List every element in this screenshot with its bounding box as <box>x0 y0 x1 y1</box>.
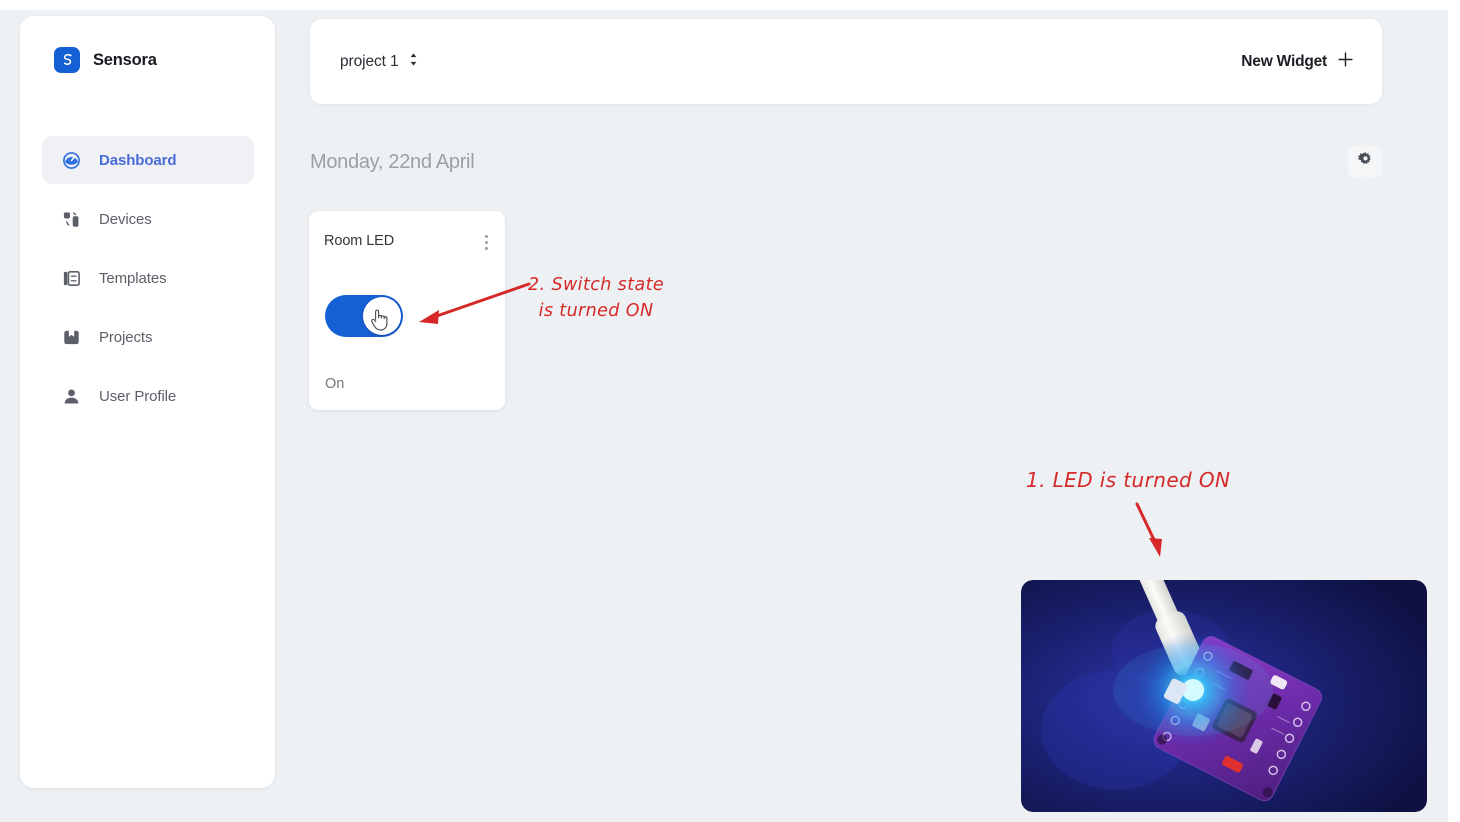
sidebar-item-projects[interactable]: Projects <box>42 313 254 361</box>
led-photo <box>1021 580 1427 812</box>
sidebar-item-label: Templates <box>99 269 167 287</box>
gear-icon <box>1357 151 1374 173</box>
annotation-led-note: 1. LED is turned ON <box>1026 468 1231 492</box>
sidebar-item-devices[interactable]: Devices <box>42 195 254 243</box>
sidebar-item-templates[interactable]: Templates <box>42 254 254 302</box>
project-selector[interactable]: project 1 <box>340 52 419 72</box>
person-icon <box>62 387 81 406</box>
toggle-knob <box>363 297 401 335</box>
gauge-icon <box>62 151 81 170</box>
brand: Sensora <box>54 47 157 73</box>
kebab-menu-icon[interactable] <box>481 233 492 252</box>
topbar: project 1 New Widget <box>310 19 1382 104</box>
sidebar-item-label: Dashboard <box>99 151 177 169</box>
templates-icon <box>62 269 81 288</box>
sidebar-item-dashboard[interactable]: Dashboard <box>42 136 254 184</box>
project-selector-label: project 1 <box>340 52 399 70</box>
brand-name: Sensora <box>93 50 157 69</box>
sidebar-item-label: Projects <box>99 328 153 346</box>
sensora-s-logo-icon <box>54 47 80 73</box>
sidebar-nav: Dashboard Devices Templates Projects Use… <box>42 136 254 431</box>
widget-header: Room LED <box>324 233 492 252</box>
new-widget-button[interactable]: New Widget <box>1241 51 1354 73</box>
devices-icon <box>62 210 81 229</box>
widget-toggle-wrap <box>325 295 403 337</box>
sidebar: Sensora Dashboard Devices Templates Proj… <box>20 16 275 788</box>
date-label: Monday, 22nd April <box>310 150 475 173</box>
content-header: Monday, 22nd April <box>310 140 1382 184</box>
new-widget-label: New Widget <box>1241 52 1327 70</box>
plus-icon <box>1337 51 1354 73</box>
dashboard-settings-button[interactable] <box>1348 145 1382 179</box>
room-led-toggle-switch[interactable] <box>325 295 403 337</box>
widget-status-label: On <box>325 376 345 392</box>
chevron-up-down-icon <box>408 52 419 72</box>
widget-title: Room LED <box>324 233 395 249</box>
sidebar-item-label: User Profile <box>99 387 177 405</box>
sidebar-item-user-profile[interactable]: User Profile <box>42 372 254 420</box>
sidebar-item-label: Devices <box>99 210 152 228</box>
book-icon <box>62 328 81 347</box>
widget-card-room-led: Room LED On <box>309 211 505 410</box>
app-root: Sensora Dashboard Devices Templates Proj… <box>0 0 1460 822</box>
annotation-switch-note: 2. Switch state is turned ON <box>528 275 665 321</box>
